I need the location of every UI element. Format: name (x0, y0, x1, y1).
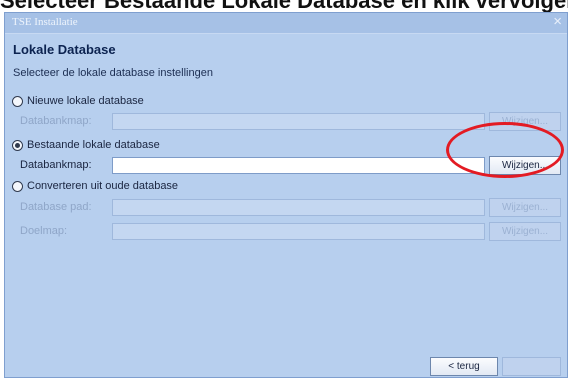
title-bar: TSE Installatie × (5, 13, 567, 34)
existing-db-folder-input[interactable] (112, 157, 485, 174)
radio-label: Bestaande lokale database (27, 139, 160, 151)
convert-db-path-button[interactable]: Wijzigen... (489, 198, 561, 217)
radio-circle[interactable] (12, 180, 23, 192)
radio-existing-database[interactable]: Bestaande lokale database (12, 138, 160, 152)
existing-db-folder-label: Databankmap: (20, 159, 92, 171)
convert-target-label: Doelmap: (20, 225, 68, 237)
convert-db-path-label: Database pad: (20, 201, 92, 213)
radio-label: Nieuwe lokale database (27, 95, 144, 107)
convert-target-button[interactable]: Wijzigen... (489, 222, 561, 241)
new-db-folder-label: Databankmap: (20, 115, 92, 127)
page-title: Lokale Database (13, 42, 116, 57)
radio-convert-database[interactable]: Converteren uit oude database (12, 179, 178, 193)
close-icon[interactable]: × (553, 13, 562, 30)
back-button[interactable]: < terug (430, 357, 498, 376)
convert-db-path-input[interactable] (112, 199, 485, 216)
radio-label: Converteren uit oude database (27, 180, 179, 192)
window-title: TSE Installatie (12, 16, 78, 28)
wizard-content: Lokale Database Selecteer de lokale data… (5, 34, 567, 377)
page-subtitle: Selecteer de lokale database instellinge… (13, 67, 213, 79)
next-button[interactable] (502, 357, 561, 376)
highlight-ellipse (446, 122, 564, 178)
convert-target-input[interactable] (112, 223, 485, 240)
new-db-folder-input[interactable] (112, 113, 485, 130)
radio-circle-selected[interactable] (12, 139, 23, 151)
radio-circle[interactable] (12, 95, 23, 107)
installer-window: TSE Installatie × Lokale Database Select… (4, 12, 568, 378)
radio-new-database[interactable]: Nieuwe lokale database (12, 94, 144, 108)
